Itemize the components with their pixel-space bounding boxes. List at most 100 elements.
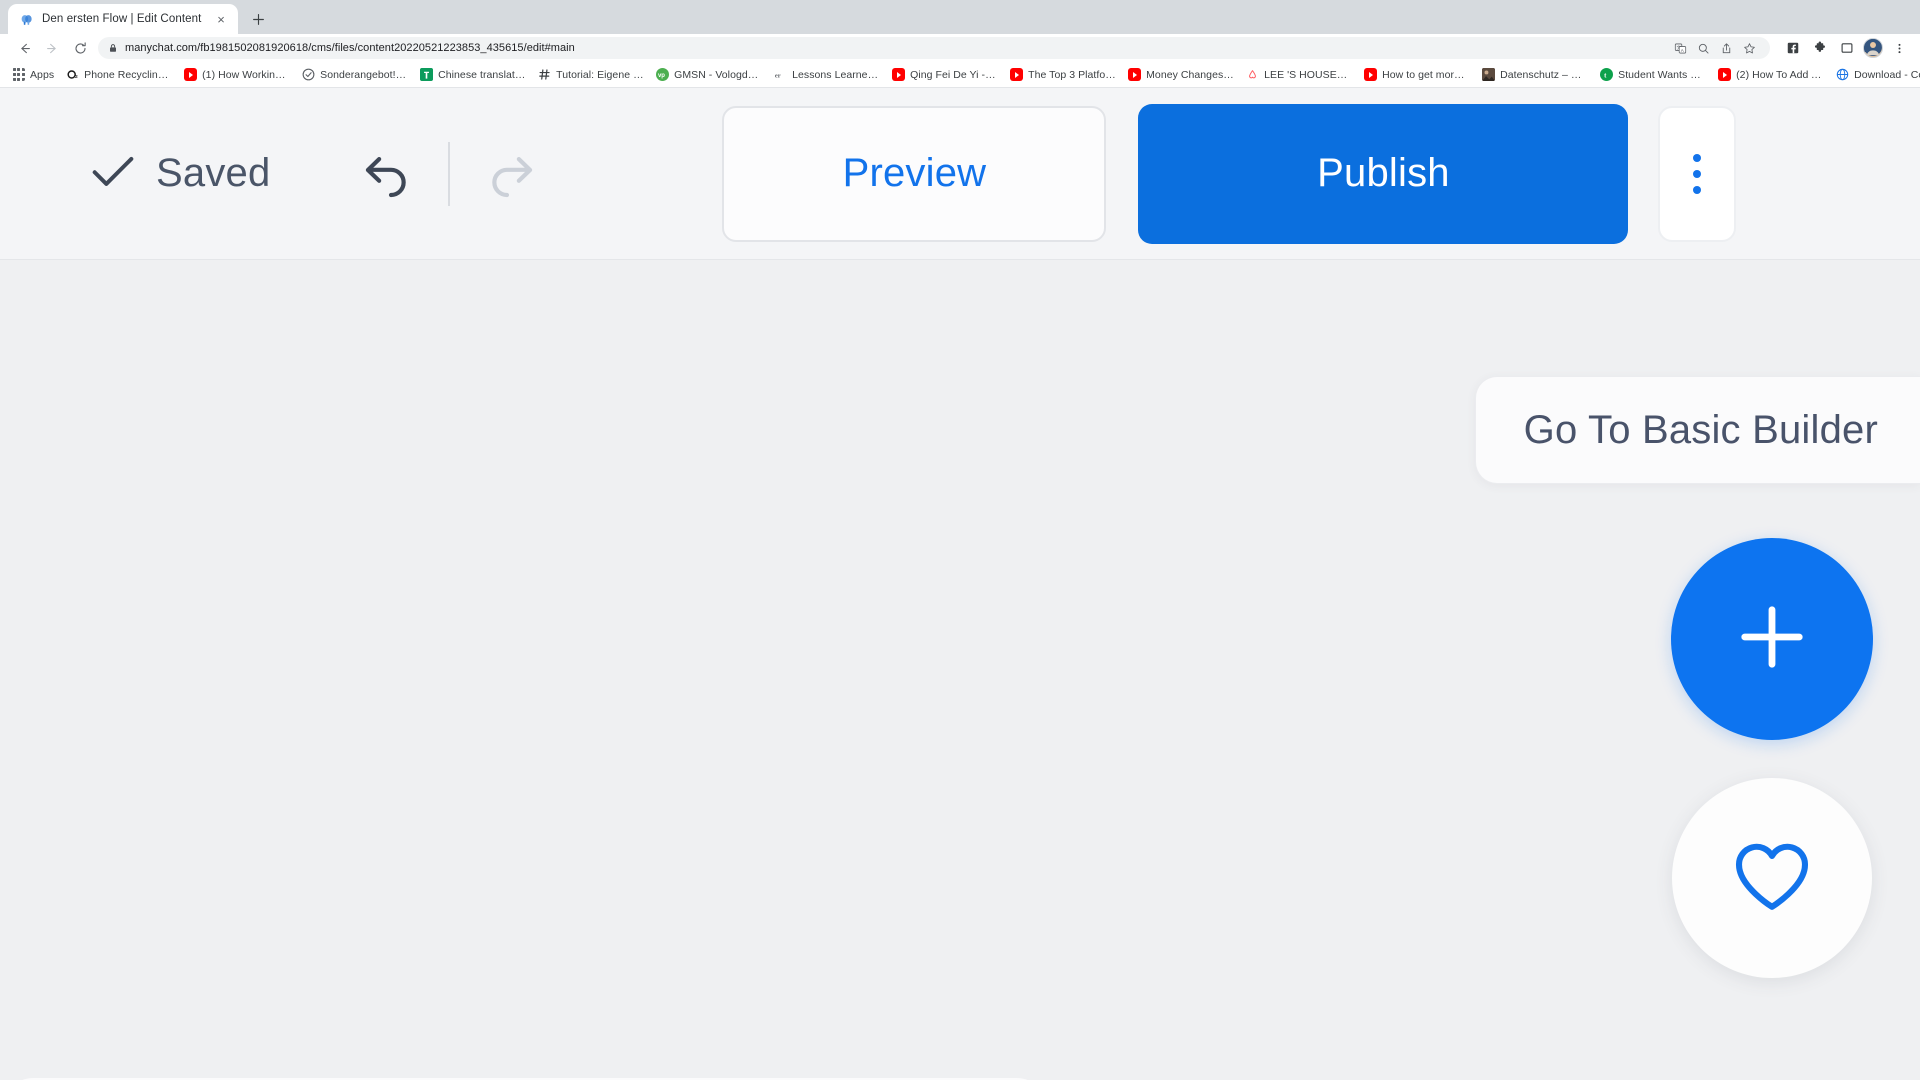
history-controls (356, 141, 542, 206)
favorites-fab[interactable] (1672, 778, 1872, 978)
facebook-extension-icon[interactable] (1782, 37, 1804, 59)
add-node-fab[interactable] (1671, 538, 1873, 740)
t-green-icon: t (1600, 68, 1614, 81)
bookmarks-bar: Apps 2 Phone Recycling,... (1) How Worki… (0, 62, 1920, 88)
publish-button[interactable]: Publish (1138, 103, 1629, 244)
flow-builder-header: Saved Preview Publish (0, 88, 1920, 322)
bookmark-label: (1) How Working a... (202, 68, 291, 81)
youtube-icon (1128, 68, 1142, 81)
bookmark-item-9[interactable]: The Top 3 Platfor... (1004, 66, 1122, 83)
o2-icon: 2 (66, 68, 79, 81)
bookmark-label: Phone Recycling,... (84, 68, 173, 81)
bookmark-label: The Top 3 Platfor... (1028, 68, 1117, 81)
vp-green-icon: vp (656, 68, 670, 81)
reload-icon[interactable] (66, 34, 94, 62)
manychat-app: Saved Preview Publish Go To Basic Builde… (0, 88, 1920, 1080)
browser-tab-strip: Den ersten Flow | Edit Content × (0, 0, 1920, 34)
bookmark-label: How to get more v... (1382, 68, 1471, 81)
bookmark-item-7[interactable]: er Lessons Learned f... (768, 66, 886, 83)
puzzle-extensions-icon[interactable] (1809, 37, 1831, 59)
bookmark-label: Money Changes E... (1146, 68, 1235, 81)
browser-toolbar: manychat.com/fb1981502081920618/cms/file… (0, 34, 1920, 62)
header-action-buttons: Preview Publish (722, 103, 1737, 244)
bookmark-label: Lessons Learned f... (792, 68, 881, 81)
address-bar[interactable]: manychat.com/fb1981502081920618/cms/file… (98, 37, 1770, 59)
bookmark-item-4[interactable]: Chinese translatio... (414, 66, 532, 83)
chrome-menu-icon[interactable] (1888, 37, 1910, 59)
save-status-label: Saved (156, 151, 271, 195)
omnibox-action-icons: 文 A (1669, 37, 1760, 59)
bookmark-item-13[interactable]: Datenschutz – Re... (1476, 66, 1594, 83)
er-text-icon: er (774, 68, 787, 81)
bookmark-label: LEE 'S HOUSE—... (1264, 68, 1353, 81)
bookmark-item-15[interactable]: (2) How To Add A... (1712, 66, 1830, 83)
bookmark-label: Sonderangebot! |... (320, 68, 409, 81)
browser-tab-title: Den ersten Flow | Edit Content (42, 13, 202, 25)
svg-text:vp: vp (658, 73, 665, 79)
svg-text:er: er (775, 72, 781, 79)
manychat-icon (19, 12, 34, 27)
bookmark-item-2[interactable]: (1) How Working a... (178, 66, 296, 83)
bookmark-item-14[interactable]: t Student Wants an... (1594, 66, 1712, 83)
side-panel-icon[interactable] (1836, 37, 1858, 59)
close-icon[interactable]: × (213, 11, 229, 27)
bookmark-label: Tutorial: Eigene Fa... (556, 68, 644, 81)
globe-icon (1836, 68, 1849, 81)
back-icon[interactable] (10, 34, 38, 62)
check-circle-icon (302, 68, 315, 81)
svg-text:2: 2 (75, 74, 78, 80)
publish-button-label: Publish (1317, 151, 1450, 195)
bookmark-item-3[interactable]: Sonderangebot! |... (296, 66, 414, 83)
heart-icon (1729, 836, 1815, 921)
airbnb-icon (1246, 68, 1259, 81)
undo-arrow-icon[interactable] (356, 142, 420, 206)
bookmark-label: Download - Cooki... (1854, 68, 1920, 81)
apps-grid-icon (12, 68, 25, 81)
bookmark-item-12[interactable]: How to get more v... (1358, 66, 1476, 83)
zoom-search-icon[interactable] (1692, 37, 1714, 59)
bookmark-item-11[interactable]: LEE 'S HOUSE—... (1240, 66, 1358, 83)
save-status: Saved (88, 146, 270, 201)
translate-icon[interactable]: 文 A (1669, 37, 1691, 59)
bookmark-label: Datenschutz – Re... (1500, 68, 1589, 81)
check-icon (88, 146, 138, 201)
flow-canvas[interactable]: Go To Basic Builder (0, 260, 1920, 1080)
bookmark-item-5[interactable]: Tutorial: Eigene Fa... (532, 66, 650, 83)
kebab-menu-icon[interactable] (1658, 105, 1737, 242)
green-square-icon (420, 68, 434, 81)
bookmark-label: Student Wants an... (1618, 68, 1707, 81)
lock-icon (108, 43, 118, 53)
bookmark-item-8[interactable]: Qing Fei De Yi - Y... (886, 66, 1004, 83)
bookmark-item-1[interactable]: 2 Phone Recycling,... (60, 66, 178, 83)
bookmark-item-16[interactable]: Download - Cooki... (1830, 66, 1920, 83)
address-bar-url: manychat.com/fb1981502081920618/cms/file… (125, 42, 575, 54)
toolbar-divider (448, 141, 451, 206)
preview-button[interactable]: Preview (722, 105, 1107, 242)
extension-icons (1776, 37, 1910, 59)
youtube-icon (1010, 68, 1024, 81)
youtube-icon (1364, 68, 1378, 81)
go-to-basic-builder-label: Go To Basic Builder (1523, 407, 1878, 452)
bookmark-label: Chinese translatio... (438, 68, 527, 81)
new-tab-button[interactable] (244, 5, 272, 33)
forward-icon[interactable] (38, 34, 66, 62)
youtube-icon (892, 68, 906, 81)
hash-icon (538, 68, 551, 81)
bookmark-label: (2) How To Add A... (1736, 68, 1825, 81)
bookmark-label: GMSN - Vologda,... (674, 68, 763, 81)
bookmark-item-6[interactable]: vp GMSN - Vologda,... (650, 66, 768, 83)
bookmark-star-icon[interactable] (1738, 37, 1760, 59)
bookmark-item-apps[interactable]: Apps (6, 66, 60, 83)
plus-icon (1729, 594, 1815, 685)
youtube-icon (1718, 68, 1732, 81)
browser-tab-active[interactable]: Den ersten Flow | Edit Content × (8, 4, 238, 34)
go-to-basic-builder-button[interactable]: Go To Basic Builder (1474, 376, 1920, 484)
bookmark-item-10[interactable]: Money Changes E... (1122, 66, 1240, 83)
share-icon[interactable] (1715, 37, 1737, 59)
profile-avatar[interactable] (1863, 38, 1883, 58)
bookmark-label: Apps (30, 68, 55, 81)
youtube-icon (184, 68, 198, 81)
bookmark-label: Qing Fei De Yi - Y... (910, 68, 999, 81)
photo-icon (1482, 68, 1496, 81)
redo-arrow-icon[interactable] (478, 142, 542, 206)
